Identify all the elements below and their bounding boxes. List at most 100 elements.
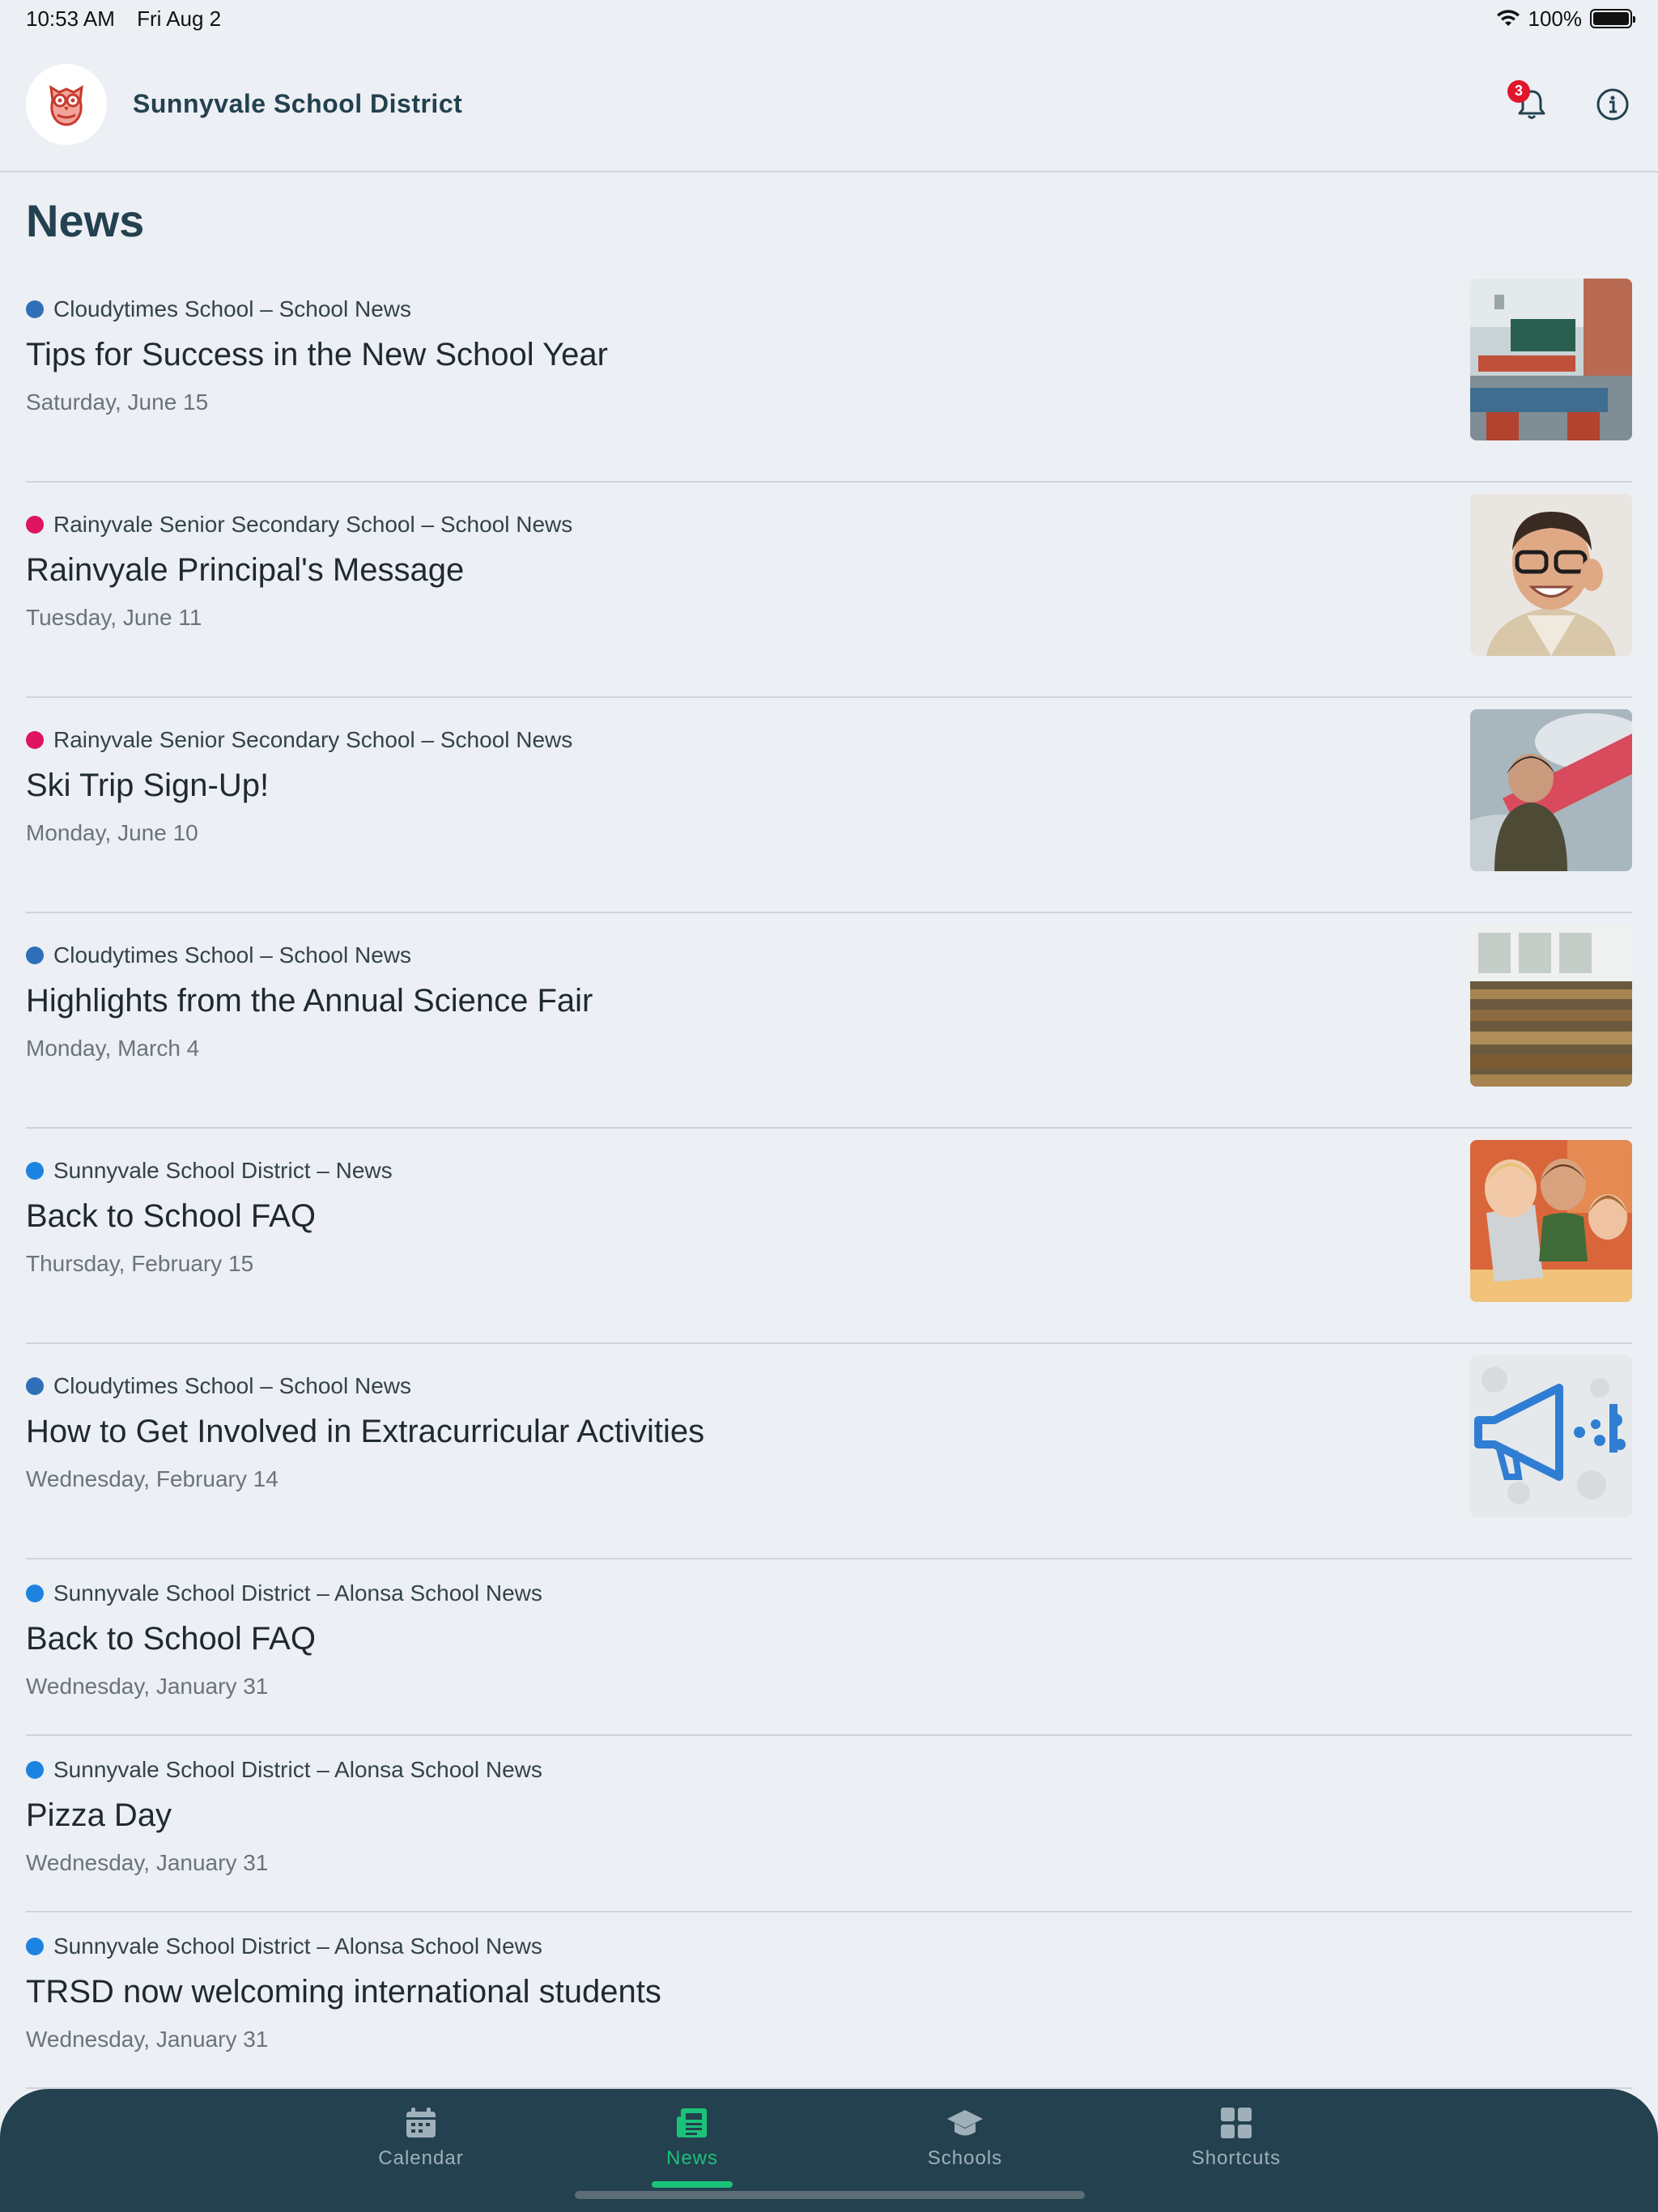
battery-percent: 100% — [1528, 6, 1583, 31]
news-date: Thursday, February 15 — [26, 1251, 254, 1276]
nav-calendar[interactable]: Calendar — [340, 2105, 502, 2170]
news-thumbnail-kids-laptop — [1470, 1140, 1632, 1302]
app-header: Sunnyvale School District 3 — [0, 37, 1658, 172]
source-dot — [26, 300, 44, 318]
news-headline: Ski Trip Sign-Up! — [26, 768, 270, 803]
source-label: Rainyvale Senior Secondary School – Scho… — [53, 512, 573, 537]
nav-news[interactable]: News — [611, 2105, 773, 2188]
news-source: Sunnyvale School District – Alonsa Schoo… — [26, 1580, 542, 1606]
news-date: Monday, June 10 — [26, 820, 198, 845]
source-dot — [26, 1938, 44, 1955]
source-dot — [26, 946, 44, 964]
owl-logo-icon — [49, 84, 83, 125]
source-dot — [26, 731, 44, 749]
source-dot — [26, 1761, 44, 1779]
news-text: Cloudytimes School – School News How to … — [26, 1373, 704, 1492]
source-label: Cloudytimes School – School News — [53, 1373, 411, 1398]
header-actions: 3 — [1507, 79, 1632, 124]
status-date: Fri Aug 2 — [137, 6, 222, 31]
news-text: Rainyvale Senior Secondary School – Scho… — [26, 512, 572, 631]
news-text: Sunnyvale School District – News Back to… — [26, 1158, 393, 1277]
news-item[interactable]: Cloudytimes School – School News Highlig… — [26, 913, 1632, 1129]
source-label: Rainyvale Senior Secondary School – Scho… — [53, 727, 573, 752]
news-headline: How to Get Involved in Extracurricular A… — [26, 1414, 705, 1449]
source-dot — [26, 516, 44, 534]
source-dot — [26, 1377, 44, 1395]
graduation-cap-icon — [947, 2110, 983, 2136]
news-thumbnail-snowboard — [1470, 709, 1632, 871]
nav-label: Shortcuts — [1191, 2147, 1282, 2169]
news-source: Sunnyvale School District – News — [26, 1158, 393, 1184]
source-dot — [26, 1162, 44, 1180]
news-source: Cloudytimes School – School News — [26, 942, 593, 968]
notifications-button[interactable]: 3 — [1507, 79, 1551, 124]
nav-label: Calendar — [378, 2147, 464, 2169]
news-source: Rainyvale Senior Secondary School – Scho… — [26, 727, 572, 753]
source-label: Sunnyvale School District – Alonsa Schoo… — [53, 1757, 542, 1782]
news-date: Wednesday, January 31 — [26, 1850, 269, 1875]
page-title: News — [26, 195, 145, 246]
news-headline: Back to School FAQ — [26, 1621, 316, 1657]
news-item[interactable]: Sunnyvale School District – Alonsa Schoo… — [26, 1559, 1632, 1736]
news-list: Cloudytimes School – School News Tips fo… — [26, 267, 1632, 2089]
news-text: Rainyvale Senior Secondary School – Scho… — [26, 727, 572, 846]
news-headline: Highlights from the Annual Science Fair — [26, 983, 593, 1019]
news-headline: Rainvyale Principal's Message — [26, 552, 465, 588]
info-icon — [1596, 88, 1629, 120]
news-item[interactable]: Cloudytimes School – School News Tips fo… — [26, 267, 1632, 483]
news-item[interactable]: Sunnyvale School District – News Back to… — [26, 1129, 1632, 1344]
news-headline: TRSD now welcoming international student… — [26, 1974, 661, 2010]
nav-schools[interactable]: Schools — [884, 2105, 1046, 2170]
grid-icon — [1221, 2108, 1252, 2138]
home-indicator[interactable] — [575, 2191, 1085, 2199]
news-source: Sunnyvale School District – Alonsa Schoo… — [26, 1933, 661, 1959]
nav-shortcuts[interactable]: Shortcuts — [1155, 2105, 1317, 2170]
battery-icon — [1590, 9, 1635, 28]
notification-badge: 3 — [1507, 79, 1530, 103]
calendar-icon — [406, 2108, 436, 2138]
district-logo[interactable] — [26, 63, 107, 145]
wifi-icon — [1496, 10, 1520, 26]
news-source: Rainyvale Senior Secondary School – Scho… — [26, 512, 572, 538]
news-date: Wednesday, January 31 — [26, 1674, 269, 1699]
source-dot — [26, 1585, 44, 1602]
status-right: 100% — [1496, 6, 1635, 32]
status-bar: 10:53 AM Fri Aug 2 100% — [0, 0, 1658, 37]
news-thumbnail-megaphone — [1470, 1355, 1632, 1517]
news-item[interactable]: Sunnyvale School District – Alonsa Schoo… — [26, 1912, 1632, 2089]
news-thumbnail-library — [1470, 925, 1632, 1087]
news-thumbnail-classroom — [1470, 279, 1632, 440]
source-label: Sunnyvale School District – News — [53, 1158, 393, 1183]
source-label: Cloudytimes School – School News — [53, 296, 411, 321]
news-date: Tuesday, June 11 — [26, 605, 202, 630]
news-date: Wednesday, February 14 — [26, 1466, 278, 1491]
source-label: Sunnyvale School District – Alonsa Schoo… — [53, 1580, 542, 1606]
news-thumbnail-portrait — [1470, 494, 1632, 656]
source-label: Cloudytimes School – School News — [53, 942, 411, 968]
news-headline: Back to School FAQ — [26, 1198, 316, 1234]
news-date: Monday, March 4 — [26, 1036, 200, 1061]
news-text: Sunnyvale School District – Alonsa Schoo… — [26, 1580, 542, 1699]
news-item[interactable]: Rainyvale Senior Secondary School – Scho… — [26, 698, 1632, 913]
news-item[interactable]: Cloudytimes School – School News How to … — [26, 1344, 1632, 1559]
nav-label: Schools — [927, 2147, 1003, 2169]
source-label: Sunnyvale School District – Alonsa Schoo… — [53, 1933, 542, 1959]
news-item[interactable]: Rainyvale Senior Secondary School – Scho… — [26, 483, 1632, 698]
news-date: Saturday, June 15 — [26, 389, 209, 415]
news-date: Wednesday, January 31 — [26, 2027, 269, 2052]
news-source: Cloudytimes School – School News — [26, 296, 608, 322]
news-headline: Pizza Day — [26, 1797, 172, 1833]
news-text: Sunnyvale School District – Alonsa Schoo… — [26, 1757, 542, 1876]
news-text: Sunnyvale School District – Alonsa Schoo… — [26, 1933, 661, 2052]
news-text: Cloudytimes School – School News Tips fo… — [26, 296, 608, 415]
news-icon — [677, 2108, 707, 2138]
news-source: Cloudytimes School – School News — [26, 1373, 704, 1399]
news-text: Cloudytimes School – School News Highlig… — [26, 942, 593, 1061]
district-name: Sunnyvale School District — [133, 89, 463, 118]
news-source: Sunnyvale School District – Alonsa Schoo… — [26, 1757, 542, 1783]
status-left: 10:53 AM Fri Aug 2 — [26, 6, 237, 32]
nav-label: News — [665, 2147, 718, 2169]
active-tab-indicator — [652, 2181, 733, 2188]
info-button[interactable] — [1593, 85, 1632, 124]
news-item[interactable]: Sunnyvale School District – Alonsa Schoo… — [26, 1736, 1632, 1912]
